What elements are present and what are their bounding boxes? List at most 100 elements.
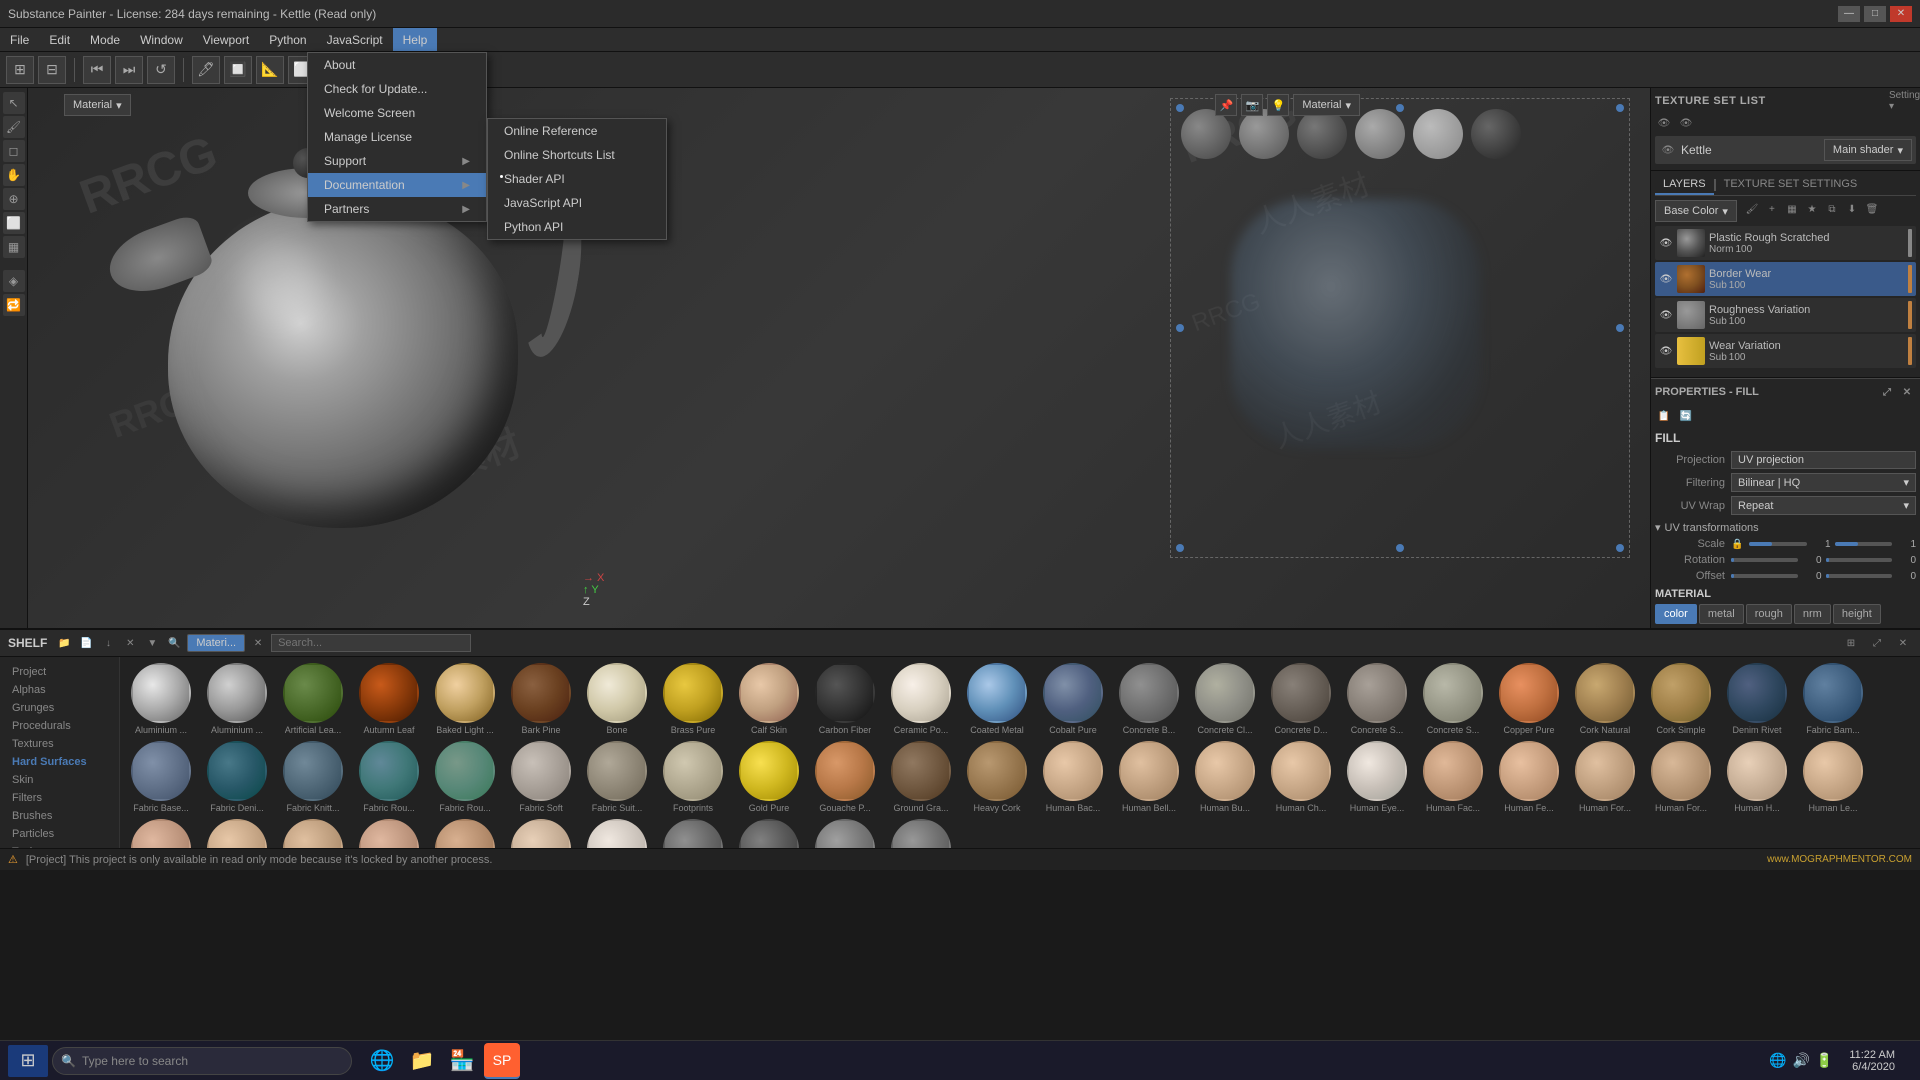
props-layer-icon[interactable]: 📋 <box>1655 407 1673 425</box>
layer-roughness-mode[interactable]: Sub <box>1709 316 1727 327</box>
rotation-slider[interactable] <box>1731 558 1798 562</box>
doc-online-shortcuts[interactable]: Online Shortcuts List <box>488 143 666 167</box>
help-documentation[interactable]: Documentation ▶ <box>308 173 486 197</box>
shelf-item-brass[interactable]: Brass Pure <box>658 663 728 735</box>
shelf-item-human-bu[interactable]: Human Bu... <box>1190 741 1260 813</box>
taskbar-start-button[interactable]: ⊞ <box>8 1045 48 1077</box>
offset-slider[interactable] <box>1731 574 1798 578</box>
shelf-item-cork-s[interactable]: Cork Simple <box>1646 663 1716 735</box>
texture-set-settings-btn[interactable]: Settings ▾ <box>1898 92 1916 110</box>
shelf-folder-btn[interactable]: 📁 <box>55 634 73 652</box>
layer-border-wear[interactable]: 👁 Border Wear Sub 100 <box>1655 262 1916 296</box>
shelf-item-concrete-s[interactable]: Concrete S... <box>1342 663 1412 735</box>
scale-slider2[interactable] <box>1835 542 1893 546</box>
shelf-item-human-sh[interactable]: Human Sh... <box>506 819 576 848</box>
help-support[interactable]: Support ▶ <box>308 149 486 173</box>
toolbar-rotate[interactable]: ↺ <box>147 56 175 84</box>
shelf-item-aluminium2[interactable]: Aluminium ... <box>202 663 272 735</box>
vp-pin-btn[interactable]: 📌 <box>1215 94 1237 116</box>
tool-mask[interactable]: ▦ <box>3 236 25 258</box>
shelf-cat-hard-surfaces[interactable]: Hard Surfaces <box>6 753 113 771</box>
shelf-cat-textures[interactable]: Textures <box>6 735 113 753</box>
shelf-item-gouache[interactable]: Gouache P... <box>810 741 880 813</box>
eye-icon[interactable]: 👁 <box>1655 114 1673 132</box>
taskbar-clock[interactable]: 11:22 AM 6/4/2020 <box>1849 1049 1895 1073</box>
menu-javascript[interactable]: JavaScript <box>317 28 393 51</box>
toolbar-grid2[interactable]: ⊟ <box>38 56 66 84</box>
shelf-filter-btn[interactable]: ▼ <box>143 634 161 652</box>
uvwrap-dropdown[interactable]: Repeat ▾ <box>1731 496 1916 515</box>
doc-javascript-api[interactable]: JavaScript API <box>488 191 666 215</box>
tray-battery-icon[interactable]: 🔋 <box>1816 1052 1833 1069</box>
shelf-item-concrete-cl[interactable]: Concrete Cl... <box>1190 663 1260 735</box>
shelf-item-human-h[interactable]: Human H... <box>1722 741 1792 813</box>
rotation-slider2[interactable] <box>1826 558 1893 562</box>
shelf-item-concrete-d[interactable]: Concrete D... <box>1266 663 1336 735</box>
shelf-import-btn[interactable]: ↓ <box>99 634 117 652</box>
toolbar-btn3[interactable]: 🖊 <box>192 56 220 84</box>
uv-transforms-header[interactable]: ▾ UV transformations <box>1655 521 1916 534</box>
shelf-cat-tools[interactable]: Tools <box>6 843 113 848</box>
shelf-cat-brushes[interactable]: Brushes <box>6 807 113 825</box>
shelf-item-human-mo[interactable]: Human Mo... <box>126 819 196 848</box>
shelf-file-btn[interactable]: 📄 <box>77 634 95 652</box>
menu-edit[interactable]: Edit <box>39 28 80 51</box>
menu-viewport[interactable]: Viewport <box>193 28 259 51</box>
tool-select[interactable]: ↖ <box>3 92 25 114</box>
toolbar-btn4[interactable]: 🔲 <box>224 56 252 84</box>
props-refresh-icon[interactable]: 🔄 <box>1677 407 1695 425</box>
shelf-item-ground[interactable]: Ground Gra... <box>886 741 956 813</box>
shelf-item-human-bel[interactable]: Human Bell... <box>1114 741 1184 813</box>
shelf-item-human-ne[interactable]: Human Ne... <box>278 819 348 848</box>
mat-btn-nrm[interactable]: nrm <box>1794 604 1831 624</box>
vp-camera-btn[interactable]: 📷 <box>1241 94 1263 116</box>
shelf-search-icon[interactable]: 🔍 <box>165 634 183 652</box>
shelf-delete-btn[interactable]: ✕ <box>121 634 139 652</box>
shelf-item-cork-n[interactable]: Cork Natural <box>1570 663 1640 735</box>
shelf-item-concrete-b[interactable]: Concrete B... <box>1114 663 1184 735</box>
help-manage-license[interactable]: Manage License <box>308 125 486 149</box>
shelf-item-fabric-su[interactable]: Fabric Suit... <box>582 741 652 813</box>
doc-online-reference[interactable]: Online Reference <box>488 119 666 143</box>
shelf-item-ceramic[interactable]: Ceramic Po... <box>886 663 956 735</box>
mat-btn-rough[interactable]: rough <box>1746 604 1792 624</box>
layer-paint-btn[interactable]: 🖌 <box>1743 200 1761 218</box>
tab-texture-set-settings[interactable]: TEXTURE SET SETTINGS <box>1716 175 1866 195</box>
layer-plastic-rough[interactable]: 👁 Plastic Rough Scratched Norm 100 <box>1655 226 1916 260</box>
offset-slider2[interactable] <box>1826 574 1893 578</box>
shelf-item-heavy-cork[interactable]: Heavy Cork <box>962 741 1032 813</box>
minimize-button[interactable]: — <box>1838 6 1860 22</box>
shelf-item-human-bac[interactable]: Human Bac... <box>1038 741 1108 813</box>
toolbar-prev[interactable]: ⏮ <box>83 56 111 84</box>
layer-effect-btn[interactable]: ★ <box>1803 200 1821 218</box>
shelf-item-aluminium1[interactable]: Aluminium ... <box>126 663 196 735</box>
taskbar-substance-btn[interactable]: SP <box>484 1043 520 1079</box>
tray-sound-icon[interactable]: 🔊 <box>1792 1052 1809 1069</box>
layer-wear-variation[interactable]: 👁 Wear Variation Sub 100 <box>1655 334 1916 368</box>
menu-file[interactable]: File <box>0 28 39 51</box>
taskbar-search-box[interactable]: 🔍 Type here to search <box>52 1047 352 1075</box>
shelf-item-fabric-b[interactable]: Fabric Bam... <box>1798 663 1868 735</box>
shelf-item-footprints[interactable]: Footprints <box>658 741 728 813</box>
layer-border-mode[interactable]: Sub <box>1709 280 1727 291</box>
menu-help[interactable]: Help <box>393 28 438 51</box>
help-about[interactable]: About <box>308 53 486 77</box>
tool-fill[interactable]: ⬜ <box>3 212 25 234</box>
props-close-btn[interactable]: ✕ <box>1898 383 1916 401</box>
filtering-dropdown[interactable]: Bilinear | HQ ▾ <box>1731 473 1916 492</box>
viewport-area[interactable]: RRCG 人人素材 www.rrcg.ch RRCG 人人素材 <box>28 88 1650 628</box>
shelf-cat-project[interactable]: Project <box>6 663 113 681</box>
shelf-item-fabric-kn[interactable]: Fabric Knitt... <box>278 741 348 813</box>
material-dropdown-right[interactable]: Material ▾ <box>1293 94 1360 116</box>
shelf-item-bone[interactable]: Bone <box>582 663 652 735</box>
mat-btn-color[interactable]: color <box>1655 604 1697 624</box>
projection-dropdown[interactable]: UV projection <box>1731 451 1916 469</box>
shelf-item-copper[interactable]: Copper Pure <box>1494 663 1564 735</box>
shelf-item-denim[interactable]: Denim Rivet <box>1722 663 1792 735</box>
close-button[interactable]: ✕ <box>1890 6 1912 22</box>
shelf-item-concrete-s2[interactable]: Concrete S... <box>1418 663 1488 735</box>
tool-paint[interactable]: 🖌 <box>3 116 25 138</box>
shelf-item-fabric-d[interactable]: Fabric Deni... <box>202 741 272 813</box>
doc-python-api[interactable]: Python API <box>488 215 666 239</box>
help-partners[interactable]: Partners ▶ <box>308 197 486 221</box>
